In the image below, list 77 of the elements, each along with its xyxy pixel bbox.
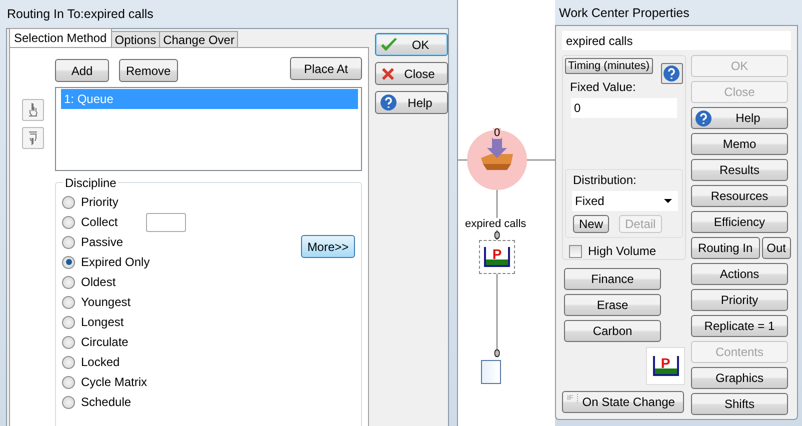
dialog-button[interactable]: Graphics	[691, 367, 788, 389]
count-label: 0	[494, 231, 500, 242]
window-title: Routing In To:expired calls	[6, 6, 154, 23]
radio-button[interactable]	[62, 276, 75, 288]
checkbox[interactable]	[569, 244, 582, 258]
radio-button[interactable]	[62, 296, 75, 308]
name-field[interactable]: expired calls	[562, 31, 791, 50]
tab[interactable]: Change Over	[159, 31, 238, 47]
dialog-button[interactable]: OK	[375, 33, 448, 56]
dialog-button[interactable]: Actions	[691, 263, 788, 285]
help-button[interactable]	[660, 63, 683, 84]
window-title: Work Center Properties	[558, 5, 690, 22]
radio-button[interactable]	[62, 356, 75, 368]
entry-node[interactable]	[467, 130, 527, 190]
toolbar-button[interactable]: Add	[55, 59, 109, 82]
radio-label: Oldest	[81, 275, 116, 289]
help-button[interactable]: Help	[691, 107, 788, 129]
radio-label: Circulate	[81, 335, 128, 349]
close-icon	[380, 66, 396, 82]
dialog-button[interactable]: Results	[691, 159, 788, 181]
radio-label: Cycle Matrix	[81, 375, 148, 389]
dialog-button[interactable]: Memo	[691, 133, 788, 155]
dialog-button[interactable]: Finance	[564, 268, 661, 290]
radio-button[interactable]	[62, 316, 75, 328]
queue-icon: P	[484, 247, 510, 267]
radio-label: Youngest	[81, 295, 131, 309]
dialog-button[interactable]: Close	[375, 62, 448, 85]
radio-button[interactable]	[62, 216, 75, 228]
radio-label: Schedule	[81, 395, 132, 409]
radio-label: Collect	[81, 215, 118, 229]
help-icon	[380, 94, 397, 111]
dialog-button[interactable]: Efficiency	[691, 211, 788, 233]
checkmark-icon	[380, 36, 398, 52]
field-label: Fixed Value:	[569, 80, 637, 94]
checkbox-label: High Volume	[587, 244, 656, 258]
toolbar-button[interactable]: Remove	[119, 59, 178, 82]
radio-button[interactable]	[62, 396, 75, 408]
radio-label: Passive	[81, 235, 124, 249]
dialog-button[interactable]: Resources	[691, 185, 788, 207]
caret-icon	[664, 199, 672, 203]
dialog-button[interactable]: Replicate = 1	[691, 315, 788, 337]
exit-node[interactable]	[481, 360, 501, 384]
timing-button[interactable]: Timing (minutes)	[565, 58, 652, 74]
more-button[interactable]: More>>	[301, 235, 355, 258]
radio-label: Locked	[81, 355, 120, 369]
dialog-button[interactable]: Routing In	[691, 237, 760, 259]
dialog-button[interactable]: Priority	[691, 289, 788, 311]
dialog-button[interactable]: Out	[762, 237, 791, 259]
radio-button[interactable]	[62, 376, 75, 388]
tab[interactable]: Selection Method	[9, 28, 112, 47]
dialog-button[interactable]: Shifts	[691, 393, 788, 415]
group-title: Discipline	[63, 176, 118, 190]
place-at-button[interactable]: Place At	[290, 57, 362, 80]
queue-node[interactable]: P	[479, 240, 515, 274]
field-label: Distribution:	[572, 173, 638, 187]
node-label: expired calls	[465, 218, 526, 230]
tab[interactable]: Options	[110, 31, 160, 47]
radio-button[interactable]	[62, 336, 75, 348]
radio-label: Priority	[81, 195, 118, 209]
radio-button[interactable]	[62, 236, 75, 248]
help-icon	[695, 110, 712, 126]
input-field[interactable]: 0	[571, 98, 677, 118]
input-field[interactable]	[146, 212, 186, 232]
count-label: 0	[493, 128, 502, 139]
dialog-button[interactable]: Carbon	[564, 320, 661, 342]
dialog-button[interactable]: Help	[375, 91, 448, 114]
hand-up-icon[interactable]	[22, 99, 44, 121]
radio-button[interactable]	[62, 196, 75, 208]
dialog-button[interactable]: Erase	[564, 294, 661, 316]
dialog-button[interactable]: New	[573, 215, 610, 233]
hand-down-icon[interactable]	[22, 127, 44, 149]
dropdown[interactable]: Fixed	[572, 191, 678, 211]
count-label: 0	[494, 349, 500, 360]
radio-label: Longest	[81, 315, 124, 329]
radio-button[interactable]	[62, 256, 75, 268]
radio-label: Expired Only	[81, 255, 150, 269]
queue-icon: P	[652, 356, 678, 376]
